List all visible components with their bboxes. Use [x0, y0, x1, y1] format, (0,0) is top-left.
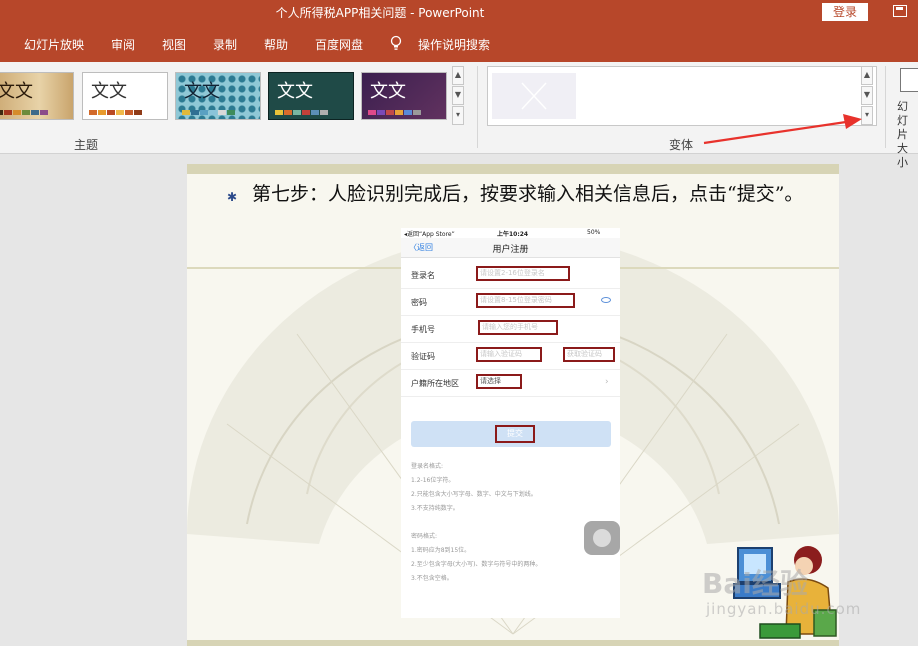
watermark-domain: jingyan.baidu.com — [706, 600, 862, 618]
verification-code-input[interactable]: 请输入验证码 — [476, 347, 542, 362]
get-code-button[interactable]: 获取验证码 — [563, 347, 615, 362]
note-line: 密码格式: — [411, 533, 438, 540]
password-input[interactable]: 请设置8-15位登录密码 — [476, 293, 575, 308]
format-notes: 登录名格式: 1.2-16位字符。 2.只能包含大小写字母、数字、中文与下划线。… — [411, 460, 541, 586]
eye-icon[interactable] — [601, 297, 611, 303]
note-line: 3.不支持纯数字。 — [411, 505, 459, 512]
register-form: 登录名 请设置2-16位登录名 密码 请设置8-15位登录密码 手机号 请输入您… — [401, 262, 620, 412]
note-line: 登录名格式: — [411, 463, 444, 470]
powerpoint-window: 个人所得税APP相关问题 - PowerPoint 登录 幻灯片放映 审阅 视图… — [0, 0, 918, 646]
field-label: 密码 — [411, 298, 427, 307]
username-input[interactable]: 请设置2-16位登录名 — [476, 266, 570, 281]
phone-nav-bar: 〈返回 用户注册 — [401, 238, 620, 258]
status-back-to-appstore: ◂返回“App Store” — [404, 231, 455, 238]
submit-label: 提交 — [495, 425, 535, 443]
phone-status-bar: ◂返回“App Store” 上午10:24 50% — [401, 228, 620, 238]
field-label: 登录名 — [411, 271, 435, 280]
region-select[interactable]: 请选择 — [476, 374, 522, 389]
status-battery: 50% — [587, 229, 601, 236]
phone-number-input[interactable]: 请输入您的手机号 — [478, 320, 558, 335]
watermark-logo: Bai经验 — [702, 567, 808, 600]
submit-button[interactable]: 提交 — [411, 421, 611, 447]
chevron-right-icon: › — [605, 377, 609, 387]
form-row-region: 户籍所在地区 请选择 › — [401, 370, 620, 397]
step-instruction-text[interactable]: 第七步：人脸识别完成后，按要求输入相关信息后，点击“提交”。 — [252, 180, 812, 208]
assistive-touch-button[interactable] — [584, 521, 620, 555]
form-row-verification: 验证码 请输入验证码 获取验证码 — [401, 343, 620, 370]
register-title: 用户注册 — [492, 245, 529, 255]
bullet-icon: ✱ — [227, 190, 238, 204]
form-row-password: 密码 请设置8-15位登录密码 — [401, 289, 620, 316]
note-spacer — [411, 516, 541, 530]
note-line: 2.至少包含字母(大小写)、数字与符号中的两种。 — [411, 561, 542, 568]
field-label: 户籍所在地区 — [411, 379, 459, 388]
status-time: 上午10:24 — [497, 231, 529, 238]
field-label: 验证码 — [411, 352, 435, 361]
note-line: 3.不包含空格。 — [411, 575, 453, 582]
note-line: 1.2-16位字符。 — [411, 477, 455, 484]
form-row-username: 登录名 请设置2-16位登录名 — [401, 262, 620, 289]
phone-screenshot[interactable]: ◂返回“App Store” 上午10:24 50% 〈返回 用户注册 登录名 … — [401, 228, 620, 618]
field-label: 手机号 — [411, 325, 435, 334]
note-line: 2.只能包含大小写字母、数字、中文与下划线。 — [411, 491, 537, 498]
note-line: 1.密码应为8到15位。 — [411, 547, 471, 554]
form-row-phone: 手机号 请输入您的手机号 — [401, 316, 620, 343]
